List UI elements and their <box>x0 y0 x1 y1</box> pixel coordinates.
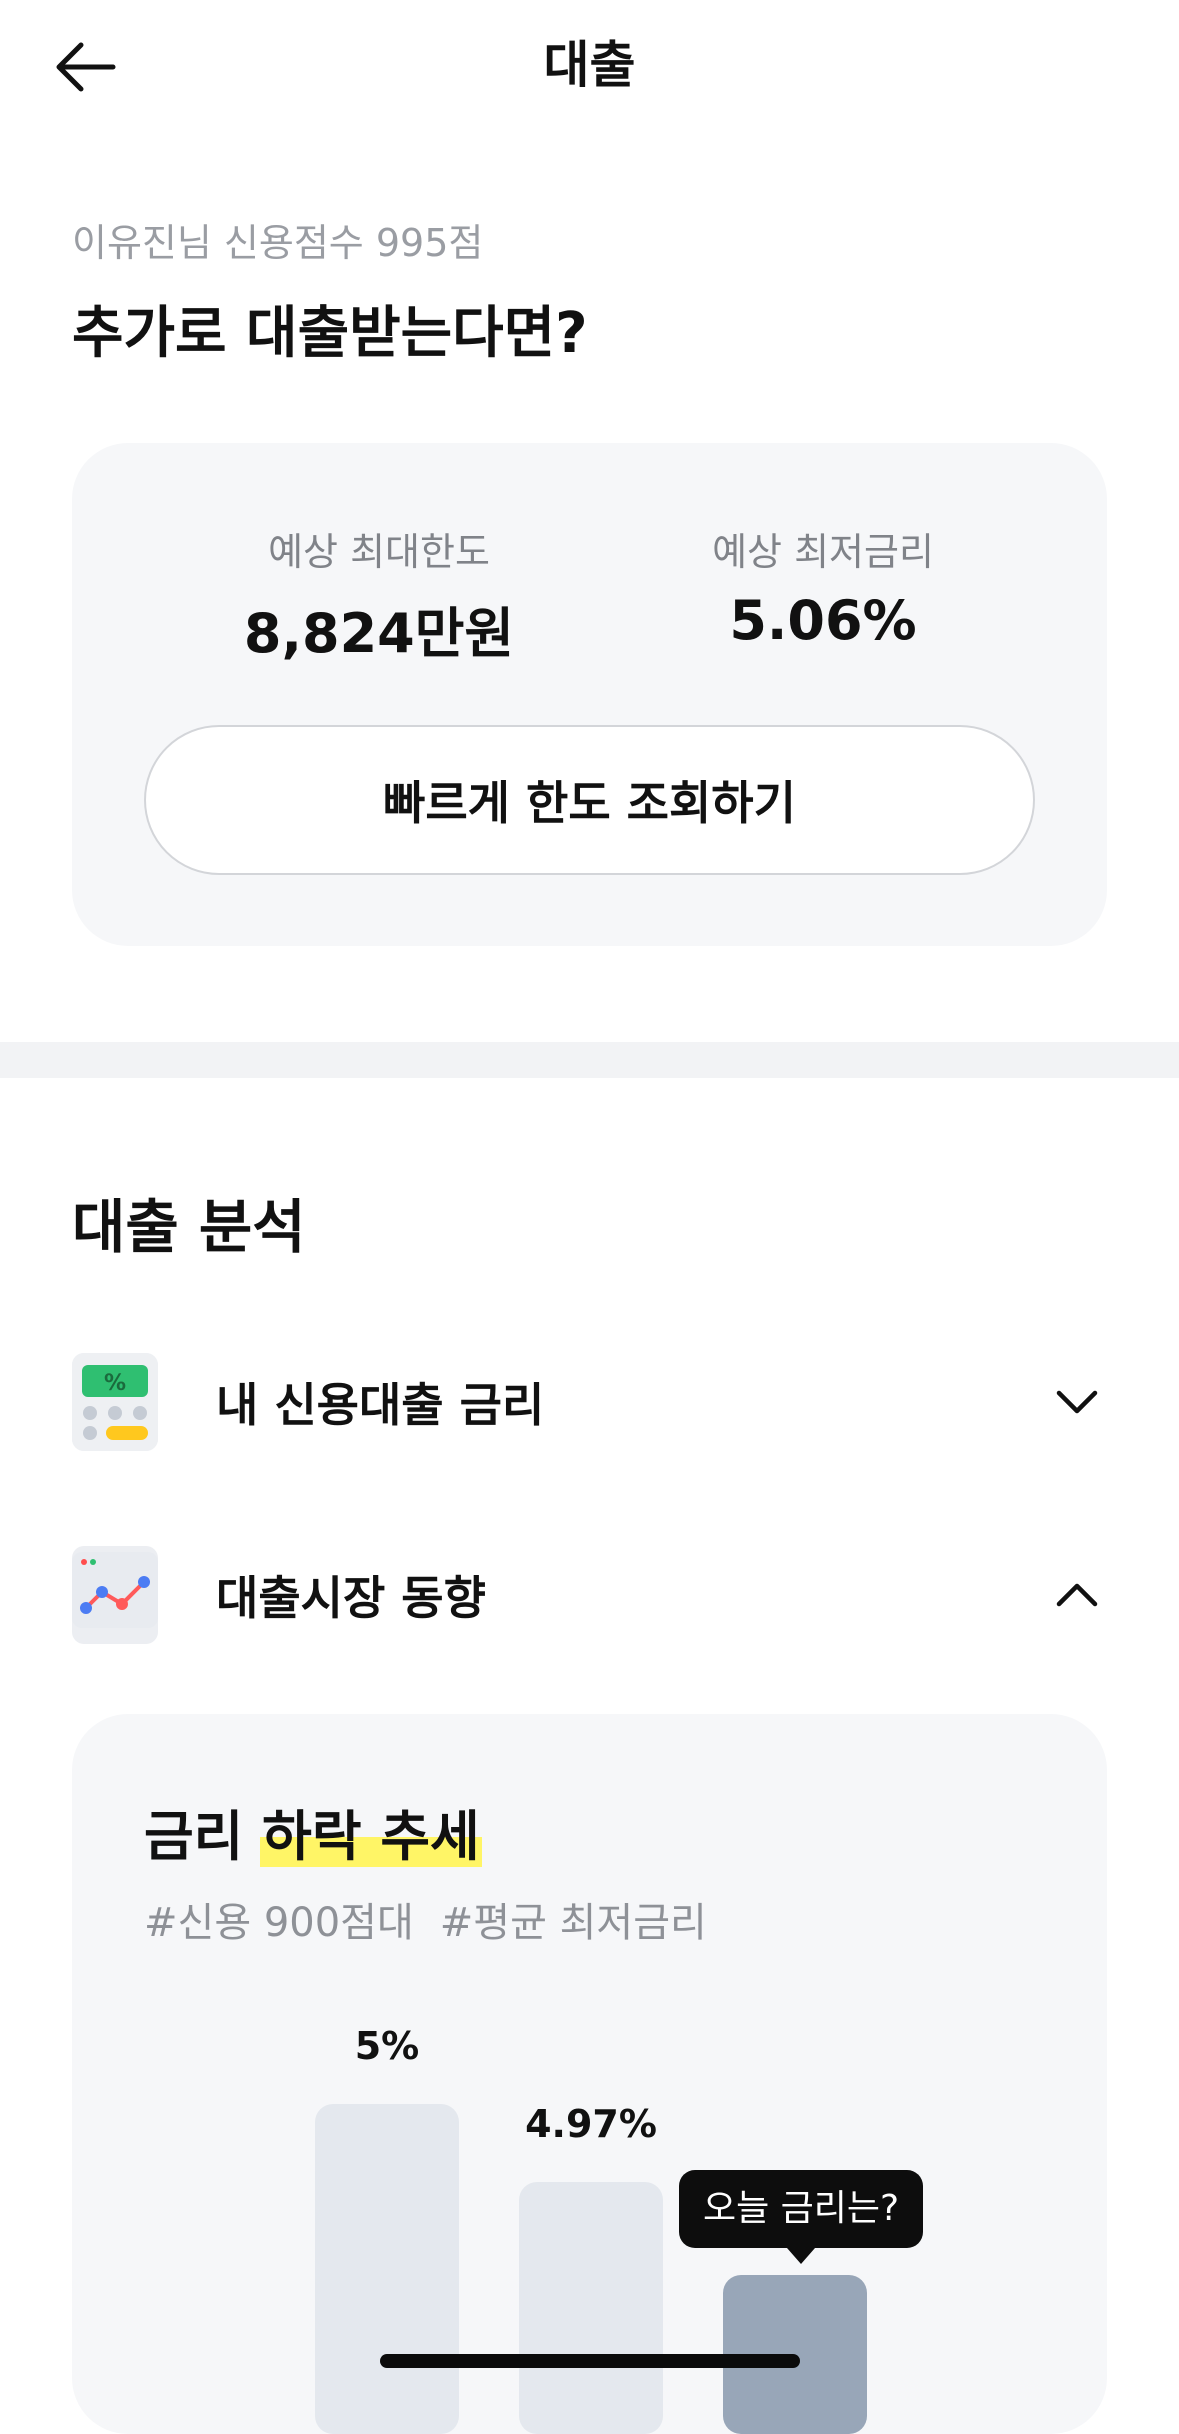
rate-value: 5.06% <box>729 589 917 652</box>
accordion-label: 대출시장 동향 <box>216 1571 486 1625</box>
section-divider <box>0 1042 1179 1078</box>
limit-value: 8,824만원 <box>243 602 515 665</box>
bar <box>519 2182 663 2434</box>
accordion-market-trend[interactable]: 대출시장 동향 <box>72 1540 1107 1650</box>
rate-trend-card: 금리 하락 추세 #신용 900점대 #평균 최저금리 5% 4.97% 오늘 금리는… <box>72 1714 1107 2434</box>
bar-value-label: 4.97% <box>525 2102 657 2146</box>
credit-score-subtitle: 이유진님 신용점수 995점 <box>72 221 484 265</box>
limit-label: 예상 최대한도 <box>268 530 490 574</box>
rate-bar-chart: 5% 4.97% 오늘 금리는? <box>72 1714 1107 2434</box>
rate-label: 예상 최저금리 <box>712 530 934 574</box>
chevron-down-icon[interactable] <box>1047 1372 1107 1432</box>
home-indicator <box>380 2354 800 2368</box>
today-rate-tooltip: 오늘 금리는? <box>679 2170 924 2264</box>
headline: 추가로 대출받는다면? <box>72 301 588 366</box>
line-chart-icon <box>72 1546 158 1644</box>
page-title: 대출 <box>543 36 636 94</box>
analysis-title: 대출 분석 <box>72 1193 306 1261</box>
bar <box>315 2104 459 2434</box>
accordion-my-credit-rate[interactable]: % 내 신용대출 금리 <box>72 1347 1107 1457</box>
check-limit-button[interactable]: 빠르게 한도 조회하기 <box>144 725 1035 875</box>
chevron-up-icon[interactable] <box>1047 1565 1107 1625</box>
accordion-label: 내 신용대출 금리 <box>216 1378 545 1432</box>
svg-text:%: % <box>104 1371 126 1396</box>
calculator-icon: % <box>72 1353 158 1451</box>
bar-value-label: 5% <box>354 2024 420 2068</box>
